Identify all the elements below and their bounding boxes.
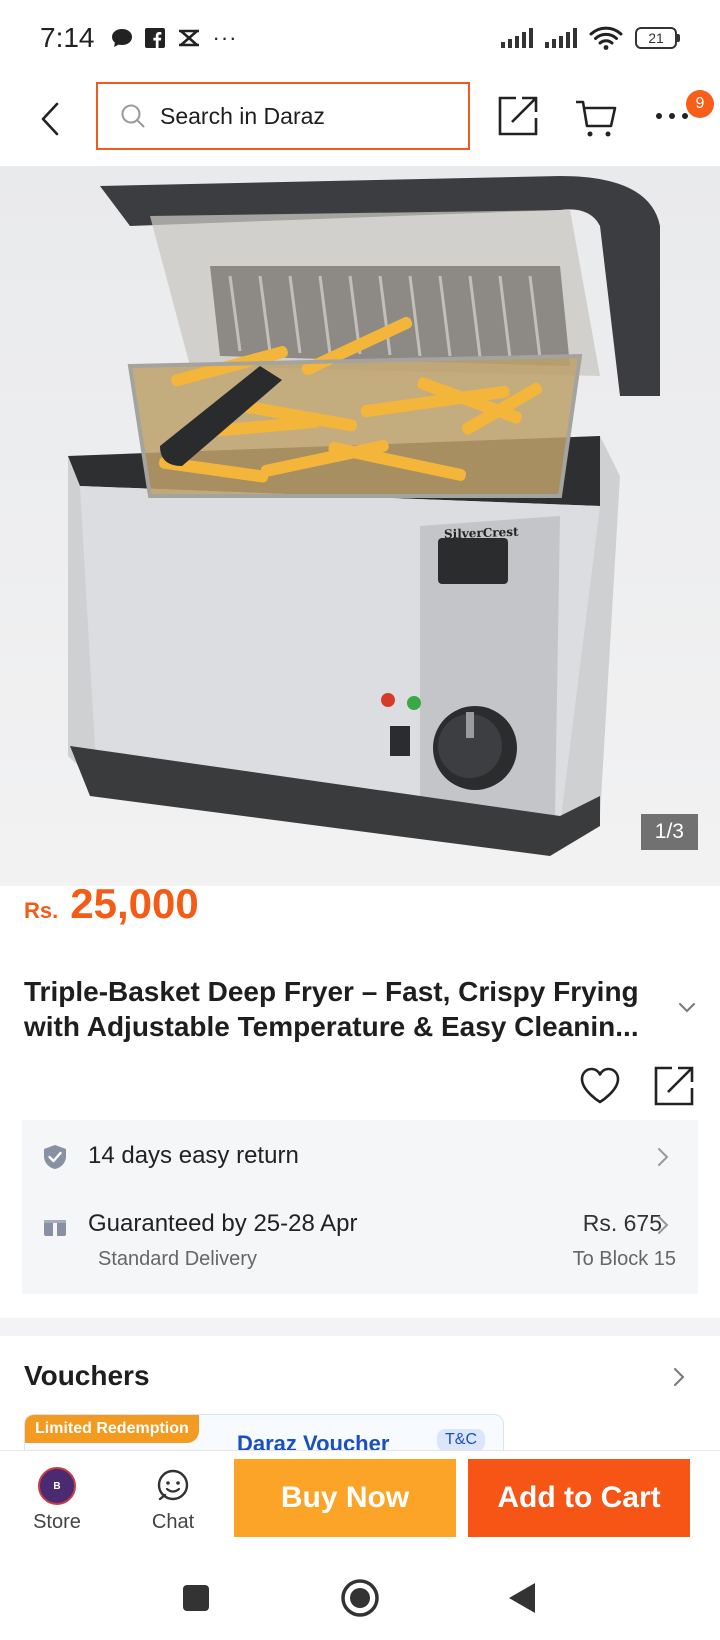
share-icon: [498, 96, 538, 136]
notification-icons: ···: [111, 25, 238, 51]
wishlist-button[interactable]: [578, 1064, 622, 1108]
more-notifications-icon: ···: [212, 25, 238, 50]
search-input[interactable]: Search in Daraz: [96, 82, 470, 150]
circle-icon: [341, 1579, 379, 1617]
add-to-cart-button[interactable]: Add to Cart: [468, 1459, 690, 1537]
back-button[interactable]: [30, 94, 70, 144]
store-button[interactable]: B Store: [22, 1459, 92, 1549]
triangle-back-icon: [509, 1583, 535, 1613]
more-dots-icon: [656, 113, 688, 119]
product-share-button[interactable]: [652, 1064, 696, 1108]
signal-icon: [501, 28, 533, 48]
chevron-right-icon: [674, 1368, 685, 1386]
search-placeholder: Search in Daraz: [160, 102, 325, 129]
chevron-down-icon: [679, 1003, 695, 1013]
heart-icon: [580, 1067, 620, 1104]
delivery-guarantee-text: Guaranteed by 25-28 Apr: [88, 1210, 358, 1237]
cart-button[interactable]: [574, 96, 618, 140]
price-currency: Rs.: [24, 898, 59, 923]
image-counter: 1/3: [640, 814, 698, 850]
return-policy-row[interactable]: 14 days easy return: [22, 1120, 698, 1190]
chat-label: Chat: [151, 1511, 195, 1533]
system-navigation-bar: [0, 1556, 720, 1640]
cart-icon: [576, 100, 617, 137]
delivery-type-text: Standard Delivery: [98, 1248, 257, 1270]
delivery-row[interactable]: Guaranteed by 25-28 Apr Standard Deliver…: [22, 1190, 698, 1294]
chat-button[interactable]: Chat: [138, 1459, 208, 1549]
chat-bubble-icon: [111, 29, 132, 47]
signal-icon: [545, 28, 577, 48]
service-info-card: 14 days easy return Guaranteed by 25-28 …: [22, 1120, 698, 1294]
wifi-icon: [589, 26, 623, 50]
brand-label: SilverCrest: [444, 524, 519, 542]
chevron-left-icon: [41, 102, 59, 136]
deep-fryer-illustration: [68, 176, 660, 856]
product-title[interactable]: Triple-Basket Deep Fryer – Fast, Crispy …: [24, 974, 674, 1044]
bottom-action-bar: B Store Chat Buy Now Add to Cart: [0, 1450, 720, 1556]
vouchers-heading: Vouchers: [24, 1360, 150, 1391]
store-logo-icon: B: [38, 1467, 76, 1505]
price-value: 25,000: [70, 880, 199, 927]
ship-to-location: To Block 15: [572, 1248, 676, 1270]
expand-title-button[interactable]: [676, 996, 698, 1018]
buy-now-button[interactable]: Buy Now: [234, 1459, 456, 1537]
tiktok-icon: [178, 29, 199, 47]
status-bar: 7:14 ··· 21: [0, 0, 720, 76]
search-icon: [121, 104, 145, 128]
facebook-icon: [144, 28, 165, 48]
return-policy-text: 14 days easy return: [88, 1142, 299, 1169]
battery-level: 21: [648, 30, 664, 46]
terms-tag[interactable]: T&C: [437, 1429, 485, 1450]
shipping-fee: Rs. 675: [582, 1210, 662, 1236]
notification-badge: 9: [686, 90, 714, 118]
status-right: 21: [501, 25, 680, 51]
share-button[interactable]: [496, 94, 540, 138]
price: Rs. 25,000: [24, 880, 199, 928]
shield-check-icon: [44, 1145, 66, 1169]
voucher-card[interactable]: Limited Redemption Daraz Voucher T&C: [24, 1414, 504, 1450]
product-image[interactable]: SilverCrest 1/3: [0, 166, 720, 886]
vouchers-more-button[interactable]: [672, 1366, 686, 1393]
share-icon: [654, 1066, 694, 1106]
status-time: 7:14: [40, 22, 95, 53]
battery-icon: 21: [635, 27, 680, 49]
section-divider: [0, 1318, 720, 1336]
delivery-box-icon: [44, 1214, 66, 1236]
chevron-right-icon: [658, 1216, 669, 1234]
voucher-name: Daraz Voucher: [237, 1431, 390, 1450]
chat-icon: [157, 1469, 189, 1501]
chevron-right-icon: [658, 1148, 669, 1166]
home-button[interactable]: [338, 1576, 382, 1620]
top-header: Search in Daraz 9: [0, 76, 720, 164]
limited-redemption-tag: Limited Redemption: [25, 1415, 199, 1443]
recents-button[interactable]: [174, 1576, 218, 1620]
back-nav-button[interactable]: [500, 1576, 544, 1620]
square-icon: [183, 1585, 209, 1611]
store-label: Store: [33, 1511, 81, 1533]
